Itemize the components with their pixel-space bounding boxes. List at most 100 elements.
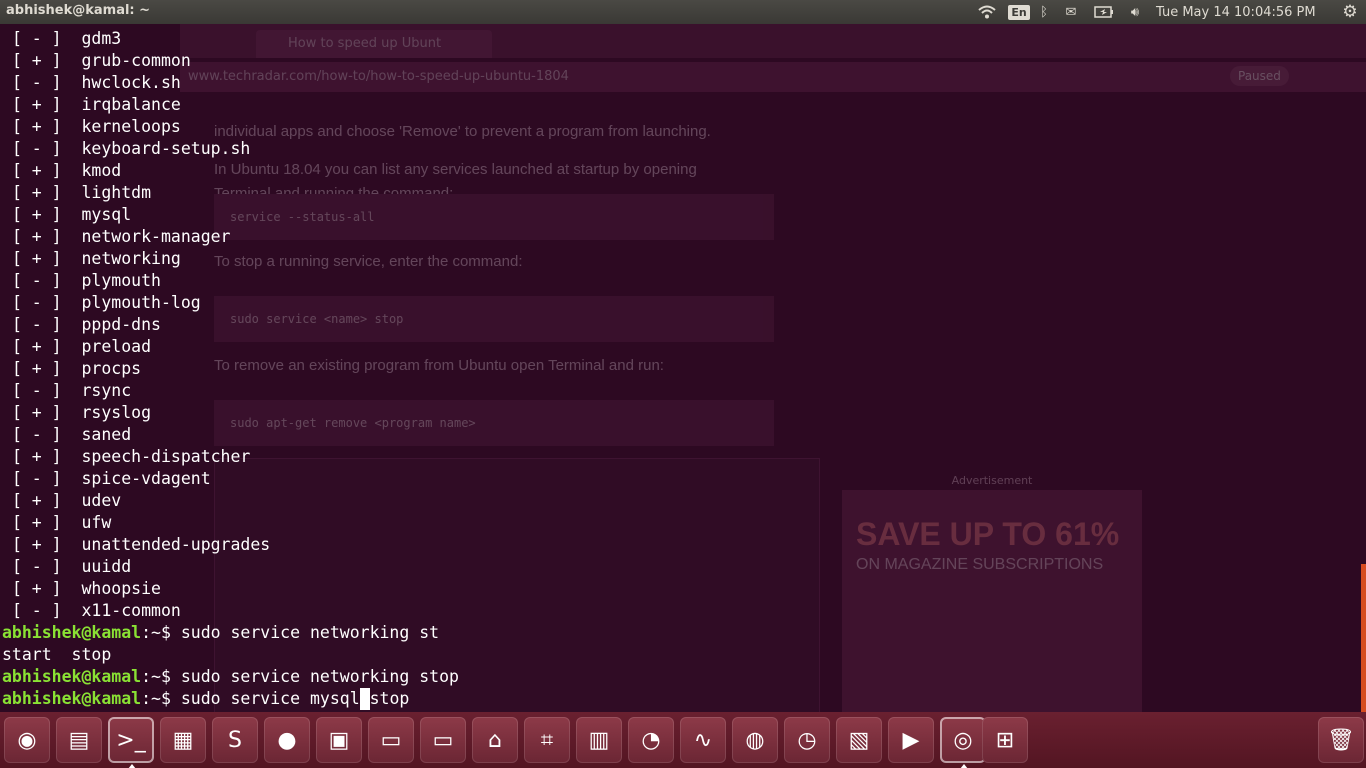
clock[interactable]: Tue May 14 10:04:56 PM	[1156, 0, 1336, 24]
service-name: plymouth	[81, 271, 161, 290]
service-status: [ + ]	[11, 227, 62, 246]
service-status-line: [ + ] lightdm	[2, 182, 459, 204]
files-launcher-button[interactable]: ▤	[56, 717, 102, 763]
service-name: kerneloops	[81, 117, 181, 136]
service-status: [ + ]	[11, 513, 62, 532]
mail-icon[interactable]: ✉	[1060, 0, 1082, 24]
window-app-launcher-button[interactable]: ▥	[576, 717, 622, 763]
sublime-text-launcher-button[interactable]: S	[212, 717, 258, 763]
service-name: pppd-dns	[81, 315, 161, 334]
service-name: network-manager	[81, 227, 231, 246]
service-name: udev	[81, 491, 122, 510]
keyboard-layout-icon[interactable]: En	[1007, 0, 1031, 24]
service-status: [ + ]	[11, 491, 62, 510]
media-player-launcher-button[interactable]: ▶	[888, 717, 934, 763]
service-status-line: [ + ] grub-common	[2, 50, 459, 72]
sublime-text-icon: S	[228, 727, 242, 753]
service-status-line: [ + ] rsyslog	[2, 402, 459, 424]
terminal-launcher-button[interactable]: >_	[108, 717, 154, 768]
trash-launcher-button[interactable]: 🗑	[1318, 717, 1364, 763]
service-name: procps	[81, 359, 142, 378]
service-status: [ - ]	[11, 139, 62, 158]
terminal-window[interactable]: How to speed up Ubunt www.techradar.com/…	[0, 24, 1366, 712]
drive-2-launcher-button[interactable]: ▭	[420, 717, 466, 763]
top-panel: abhishek@kamal: ~ En ᛒ ✉ 🔊︎ Tue May 14 1…	[0, 0, 1366, 24]
system-monitor-icon: ∿	[693, 727, 713, 753]
virtualbox-launcher-button[interactable]: ▣	[316, 717, 362, 763]
chrome-icon: ◎	[953, 727, 973, 753]
service-status: [ - ]	[11, 381, 62, 400]
prompt-user: abhishek@kamal	[2, 623, 142, 642]
settings-gear-icon[interactable]: ⚙	[1338, 0, 1362, 24]
prompt-line: abhishek@kamal:~$ sudo service networkin…	[2, 622, 459, 644]
terminal-output: [ - ] gdm3 [ + ] grub-common [ - ] hwclo…	[2, 28, 459, 710]
service-name: grub-common	[81, 51, 191, 70]
service-status-line: [ - ] spice-vdagent	[2, 468, 459, 490]
wifi-icon[interactable]	[976, 0, 998, 24]
service-status: [ + ]	[11, 95, 62, 114]
volume-icon[interactable]: 🔊︎	[1124, 0, 1146, 24]
service-status: [ + ]	[11, 161, 62, 180]
service-name: ufw	[81, 513, 112, 532]
prompt-line: abhishek@kamal:~$ sudo service mysql sto…	[2, 688, 459, 710]
drive-launcher-button[interactable]: ▭	[368, 717, 414, 763]
terminal-scrollbar[interactable]	[1361, 564, 1366, 712]
command-text: sudo service networking stop	[170, 667, 459, 686]
service-name: whoopsie	[81, 579, 161, 598]
service-name: lightdm	[81, 183, 152, 202]
screen-recorder-launcher-button[interactable]: ▦	[160, 717, 206, 763]
service-status-line: [ - ] keyboard-setup.sh	[2, 138, 459, 160]
clock-icon: ◷	[797, 727, 817, 753]
drive-icon: ▭	[380, 727, 402, 753]
prompt-user: abhishek@kamal	[2, 667, 142, 686]
ubuntu-dash-launcher-button[interactable]: ◉	[4, 717, 50, 763]
screenshot-crop-launcher-button[interactable]: ⌗	[524, 717, 570, 763]
clock-launcher-button[interactable]: ◷	[784, 717, 830, 763]
text-cursor	[359, 688, 370, 710]
service-status-line: [ - ] gdm3	[2, 28, 459, 50]
battery-icon[interactable]	[1092, 0, 1116, 24]
service-status: [ + ]	[11, 359, 62, 378]
unetbootin-launcher-button[interactable]: ◍	[732, 717, 778, 763]
service-status-line: [ + ] udev	[2, 490, 459, 512]
service-name: keyboard-setup.sh	[81, 139, 251, 158]
media-player-icon: ▶	[902, 727, 920, 753]
files-icon: ▤	[68, 727, 90, 753]
launcher-dock: ◉ ▤ >_ ▦ S ● ▣ ▭ ▭ ⌂ ⌗ ▥ ◔ ∿ ◍ ◷ ▧ ▶ ◎ ⊞ 🗑	[0, 712, 1366, 768]
service-name: rsyslog	[81, 403, 152, 422]
service-status-line: [ + ] network-manager	[2, 226, 459, 248]
active-indicator	[960, 764, 968, 768]
service-status: [ + ]	[11, 447, 62, 466]
ubuntu-dash-icon: ◉	[17, 727, 37, 753]
video-editor-icon: ▧	[848, 727, 870, 753]
service-name: mysql	[81, 205, 132, 224]
disk-usage-launcher-button[interactable]: ◔	[628, 717, 674, 763]
service-status: [ + ]	[11, 579, 62, 598]
drive-2-icon: ▭	[432, 727, 454, 753]
service-name: hwclock.sh	[81, 73, 181, 92]
workspace-switcher-launcher-button[interactable]: ⊞	[982, 717, 1028, 763]
system-monitor-launcher-button[interactable]: ∿	[680, 717, 726, 763]
chrome-launcher-button[interactable]: ◎	[940, 717, 986, 768]
bluetooth-icon[interactable]: ᛒ	[1036, 0, 1052, 24]
service-status-line: [ - ] saned	[2, 424, 459, 446]
service-name: rsync	[81, 381, 132, 400]
software-center-launcher-button[interactable]: ⌂	[472, 717, 518, 763]
prompt-path: ~$	[151, 689, 171, 708]
prompt-separator: :	[141, 667, 152, 686]
service-status: [ + ]	[11, 51, 62, 70]
firefox-launcher-button[interactable]: ●	[264, 717, 310, 763]
service-status: [ - ]	[11, 29, 62, 48]
virtualbox-icon: ▣	[328, 727, 350, 753]
service-name: uuidd	[81, 557, 132, 576]
service-status: [ + ]	[11, 205, 62, 224]
service-status: [ - ]	[11, 469, 62, 488]
unetbootin-icon: ◍	[745, 727, 765, 753]
video-editor-launcher-button[interactable]: ▧	[836, 717, 882, 763]
service-status-line: [ + ] speech-dispatcher	[2, 446, 459, 468]
service-status: [ - ]	[11, 293, 62, 312]
browser-paused-badge: Paused	[1230, 66, 1289, 86]
ad-headline: SAVE UP TO 61%	[856, 516, 1120, 552]
service-name: preload	[81, 337, 152, 356]
prompt-line: abhishek@kamal:~$ sudo service networkin…	[2, 666, 459, 688]
